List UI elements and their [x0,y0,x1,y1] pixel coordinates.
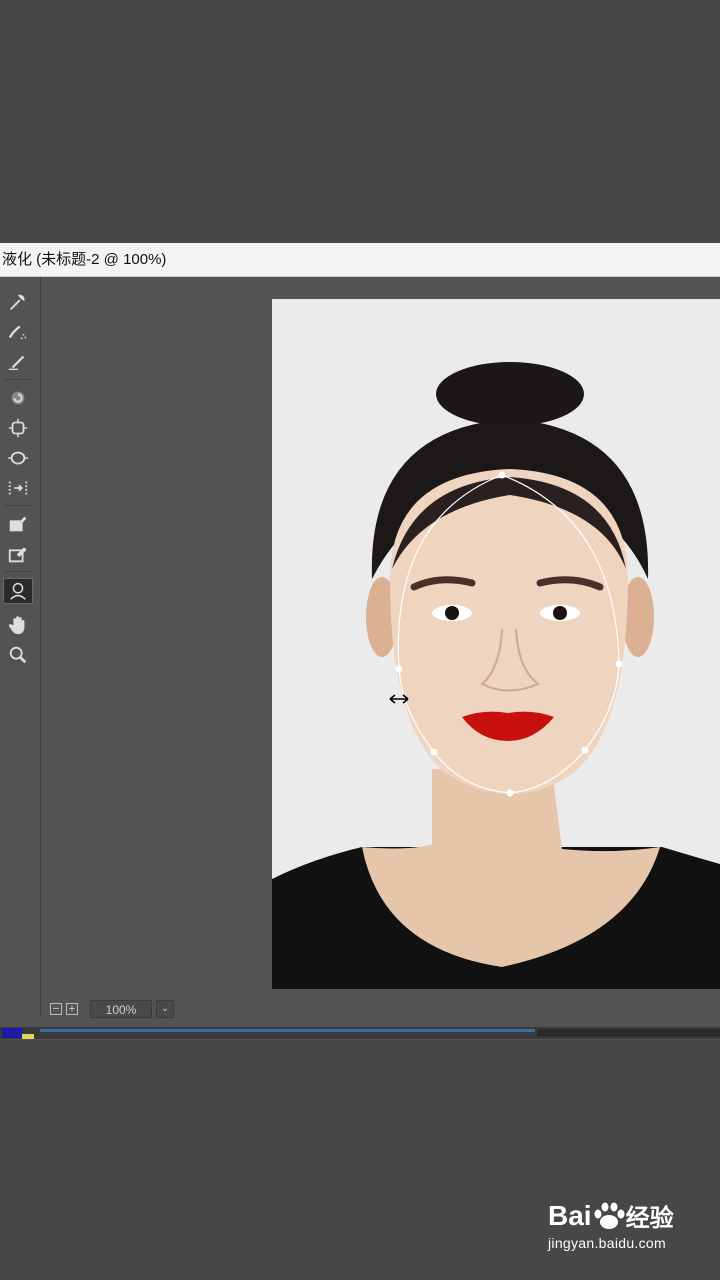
window-title-bar: 液化 (未标题-2 @ 100%) [0,243,720,277]
push-left-tool[interactable] [3,475,33,501]
baidu-jingyan-watermark: Bai 经验 jingyan.baidu.com [548,1198,718,1268]
zoom-icon [9,646,27,664]
hand-icon [8,616,25,635]
watermark-logo-text: Bai [548,1199,592,1231]
push-left-icon [8,481,28,495]
freeze-mask-icon [9,516,27,532]
watermark-url: jingyan.baidu.com [548,1235,666,1251]
hand-tool[interactable] [3,612,33,638]
tool-separator [4,505,34,506]
liquify-dialog: − + 100% ⌄ [0,277,720,1040]
zoom-out-button[interactable]: − [50,1003,62,1015]
reconstruct-tool[interactable] [3,319,33,345]
paw-icon [594,1202,625,1229]
twirl-icon [11,391,25,405]
watermark-logo-text-2: 经验 [625,1205,674,1232]
tool-separator [4,571,34,572]
freeze-mask-tool[interactable] [3,511,33,537]
zoom-bar: − + 100% ⌄ [44,997,720,1021]
progress-bar [40,1029,535,1032]
smooth-icon [8,355,25,371]
bloat-icon [7,451,29,465]
twirl-tool[interactable] [3,385,33,411]
smooth-tool[interactable] [3,349,33,375]
face-tool[interactable] [3,578,33,604]
preview-area[interactable] [44,289,720,997]
reconstruct-icon [8,325,27,340]
pucker-icon [8,418,28,438]
progress-track [537,1029,720,1037]
zoom-level-field[interactable]: 100% [90,1000,152,1018]
watermark-logo: Bai 经验 [548,1198,718,1233]
zoom-tool[interactable] [3,642,33,668]
warp-icon [10,294,25,310]
forward-warp-tool[interactable] [3,289,33,315]
face-icon [10,582,26,600]
color-swatch [22,1034,34,1039]
bloat-tool[interactable] [3,445,33,471]
portrait-canvas[interactable] [272,299,720,989]
thaw-mask-icon [8,547,27,563]
color-swatch [2,1028,22,1038]
tool-palette [0,277,41,1017]
zoom-in-button[interactable]: + [66,1003,78,1015]
window-title: 液化 (未标题-2 @ 100%) [2,251,167,268]
thaw-mask-tool[interactable] [3,541,33,567]
pucker-tool[interactable] [3,415,33,441]
zoom-dropdown-button[interactable]: ⌄ [156,1000,174,1018]
tool-separator [4,379,34,380]
